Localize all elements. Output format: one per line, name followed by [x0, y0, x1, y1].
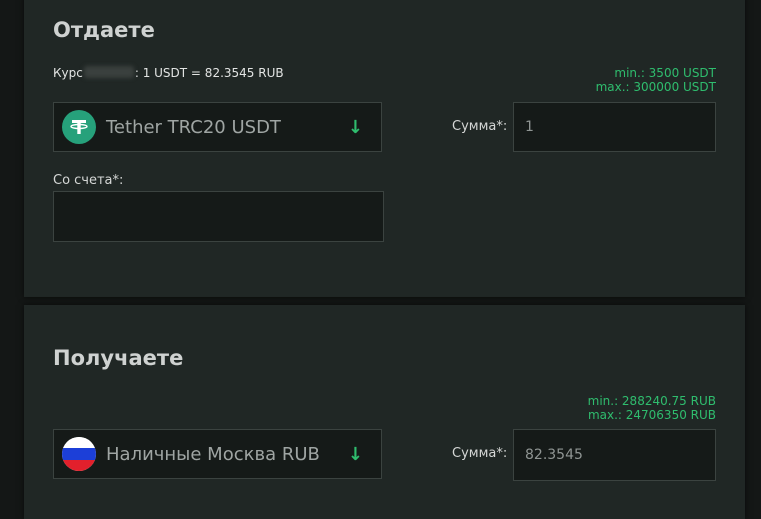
chevron-down-icon: ↓ [347, 443, 363, 465]
rate-value: : 1 USDT = 82.3545 RUB [134, 66, 284, 80]
account-input[interactable] [53, 191, 384, 242]
give-title: Отдаете [53, 18, 155, 42]
receive-sum-value: 82.3545 [525, 447, 583, 463]
rate-prefix: Курс [53, 66, 83, 80]
receive-min-limit: min.: 288240.75 RUB [587, 394, 716, 408]
give-min-limit: min.: 3500 USDT [614, 66, 716, 80]
give-panel: Отдаете Курс : 1 USDT = 82.3545 RUB min.:… [24, 0, 745, 297]
chevron-down-icon: ↓ [347, 116, 363, 138]
exchange-rate: Курс : 1 USDT = 82.3545 RUB [53, 66, 284, 80]
give-sum-value: 1 [525, 119, 534, 135]
blurred-rate-currency [83, 66, 134, 78]
give-limits: min.: 3500 USDT max.: 300000 USDT [596, 66, 716, 94]
russia-flag-icon [62, 437, 96, 471]
receive-max-limit: max.: 24706350 RUB [587, 408, 716, 422]
receive-currency-name: Наличные Москва RUB [106, 443, 320, 465]
account-label: Со счета*: [53, 173, 124, 188]
give-sum-label: Сумма*: [452, 119, 508, 134]
receive-limits: min.: 288240.75 RUB max.: 24706350 RUB [588, 394, 716, 422]
receive-currency-select[interactable]: Наличные Москва RUB ↓ [53, 429, 382, 479]
receive-title: Получаете [53, 346, 184, 370]
tether-icon [62, 110, 96, 144]
give-currency-select[interactable]: Tether TRC20 USDT ↓ [53, 102, 382, 152]
receive-sum-input[interactable]: 82.3545 [513, 429, 716, 481]
receive-sum-label: Сумма*: [452, 446, 508, 461]
give-currency-name: Tether TRC20 USDT [106, 116, 281, 138]
give-max-limit: max.: 300000 USDT [595, 80, 716, 94]
give-sum-input[interactable]: 1 [513, 102, 716, 152]
receive-panel: Получаете min.: 288240.75 RUB max.: 2470… [24, 305, 745, 519]
